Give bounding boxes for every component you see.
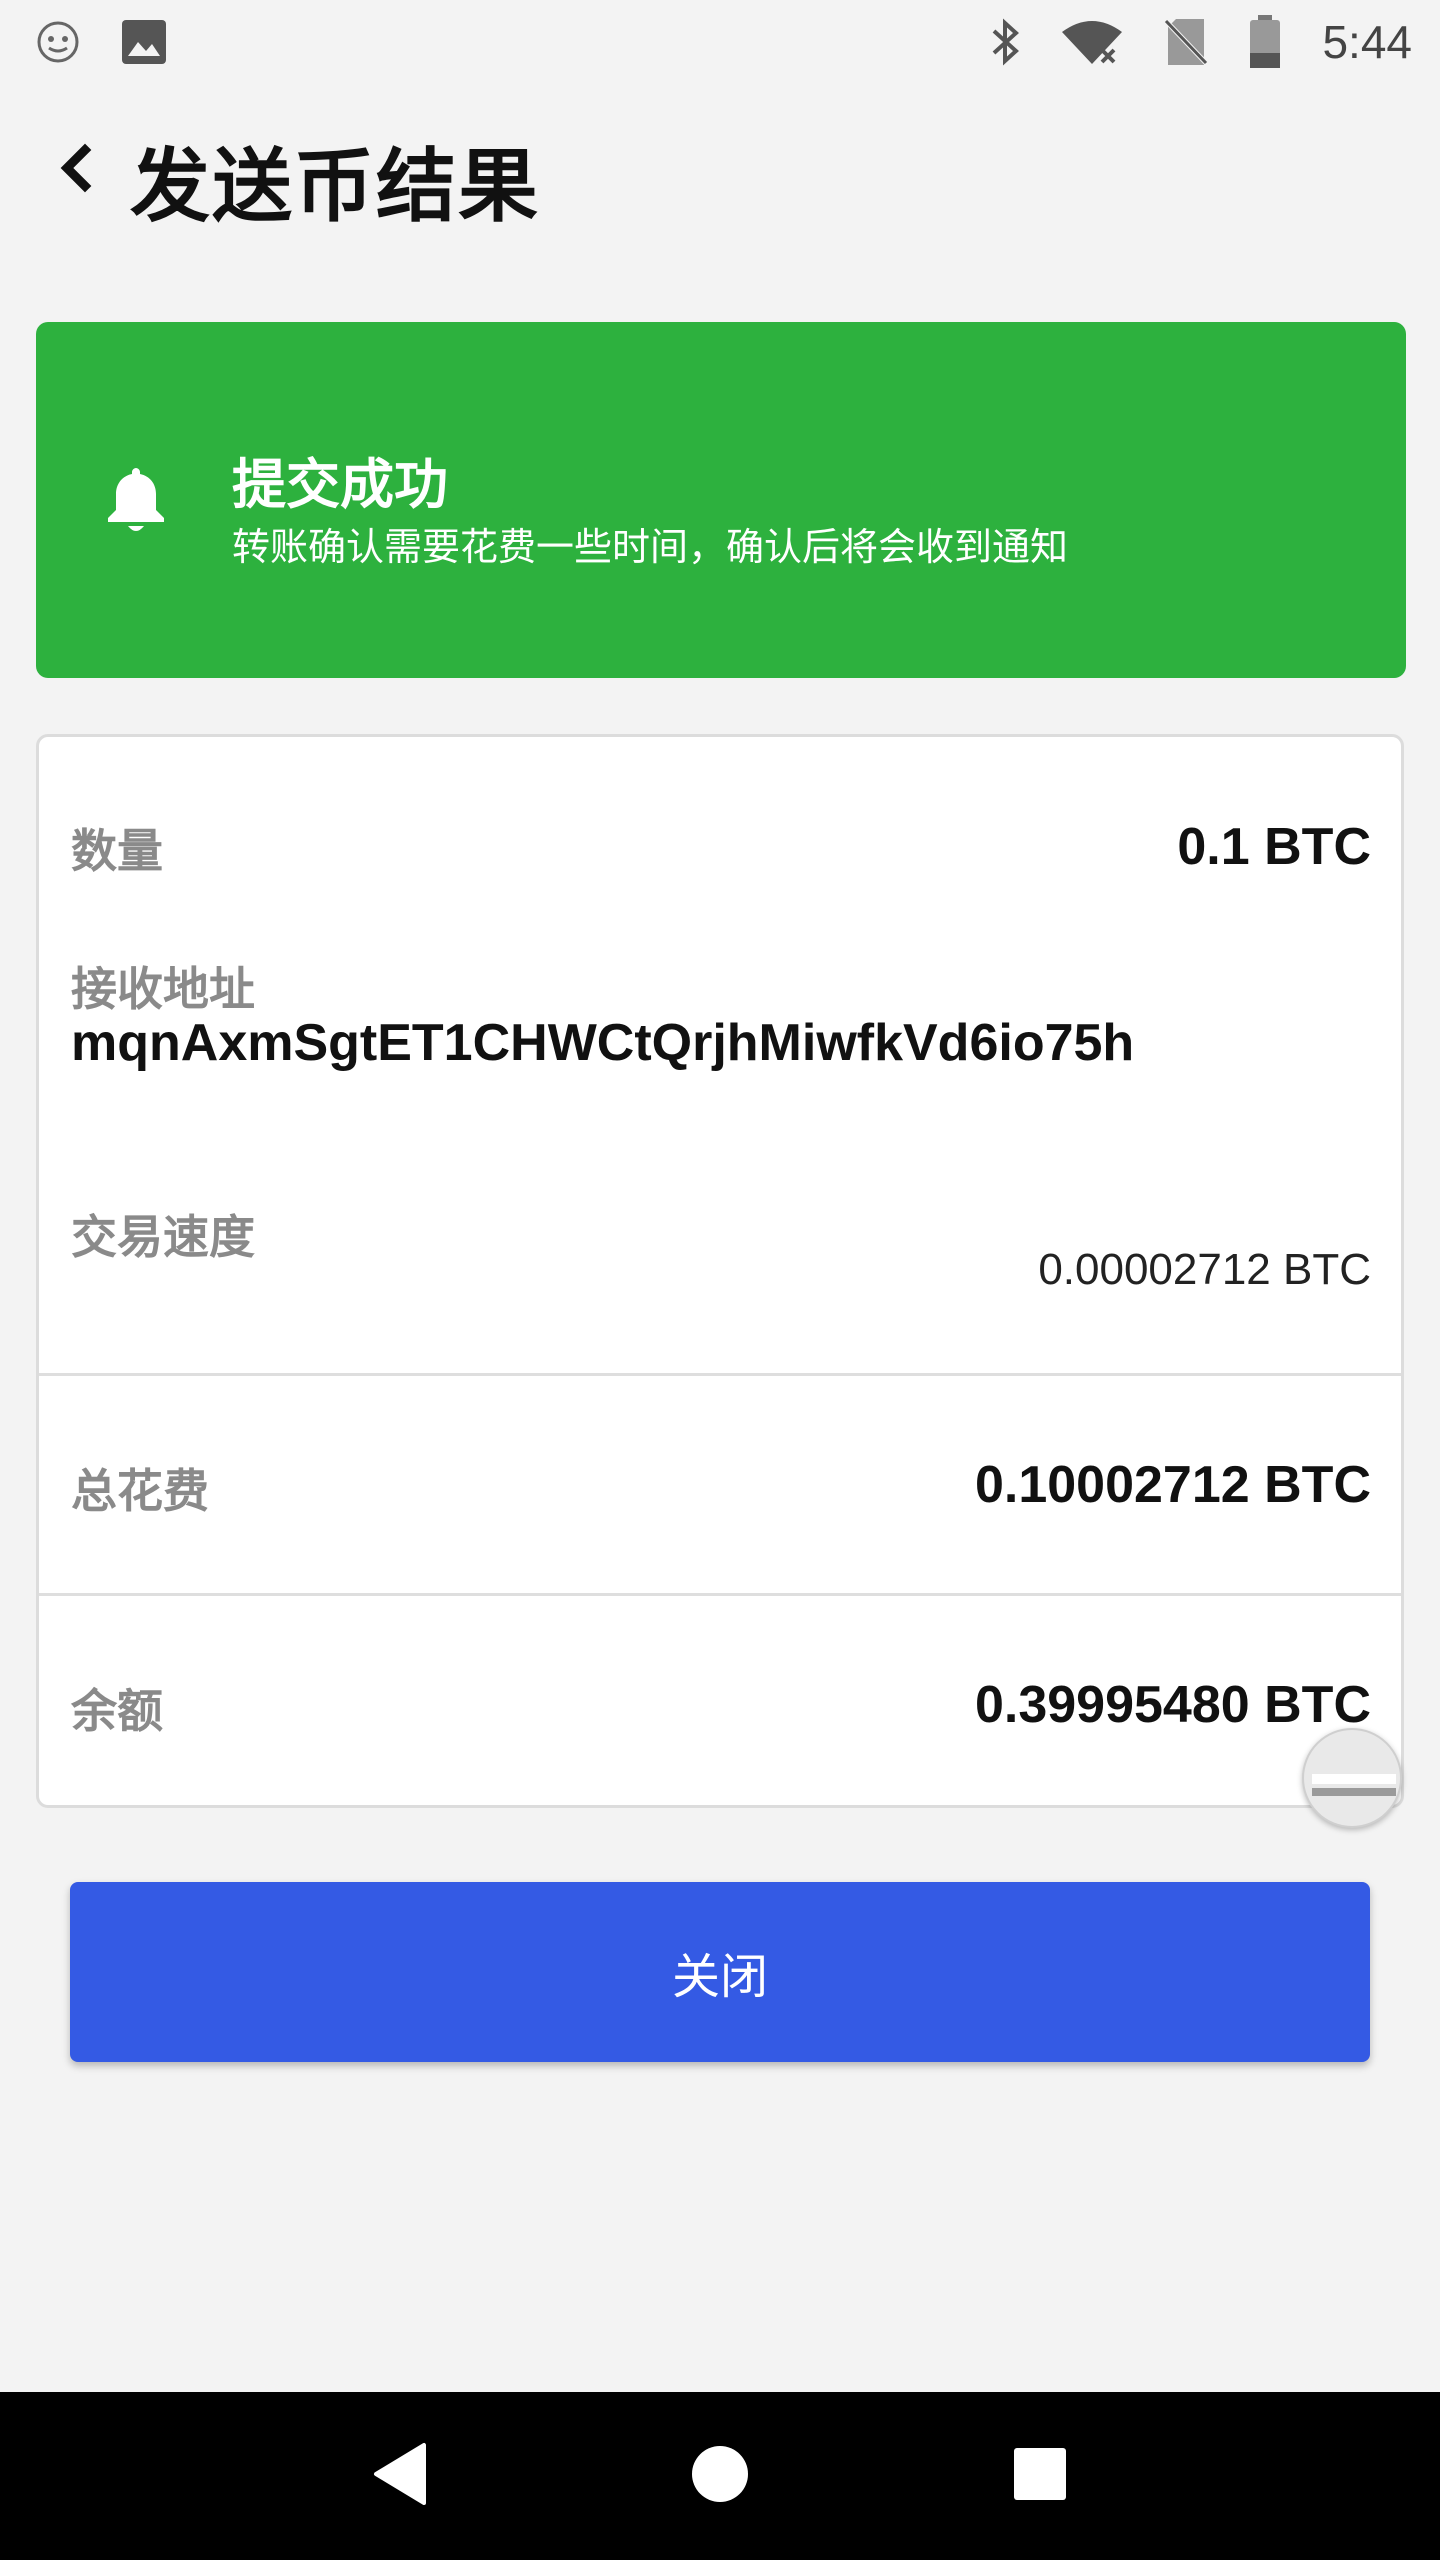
thumbnail-bar	[1312, 1788, 1396, 1796]
no-sim-icon	[1164, 17, 1209, 67]
back-nav-button[interactable]	[360, 2436, 440, 2516]
wifi-icon	[1060, 18, 1124, 66]
success-banner: 提交成功 转账确认需要花费一些时间，确认后将会收到通知	[36, 322, 1406, 678]
face-icon	[36, 20, 80, 64]
navigation-bar	[0, 2392, 1440, 2560]
battery-icon	[1248, 15, 1282, 69]
details-card: 数量 0.1 BTC 接收地址 mqnAxmSgtET1CHWCtQrjhMiw…	[36, 734, 1404, 1808]
page-title: 发送币结果	[130, 140, 540, 233]
amount-value: 0.1 BTC	[1177, 818, 1371, 876]
divider	[39, 1593, 1401, 1596]
recents-nav-button[interactable]	[1000, 2436, 1080, 2516]
back-triangle-icon	[370, 2441, 430, 2511]
status-bar: 5:44	[0, 0, 1440, 84]
status-left	[36, 18, 168, 66]
address-value: mqnAxmSgtET1CHWCtQrjhMiwfkVd6io75h	[71, 1014, 1135, 1072]
header: 发送币结果	[0, 110, 1440, 233]
back-button[interactable]	[40, 130, 110, 210]
floating-screenshot-thumbnail[interactable]	[1302, 1728, 1402, 1828]
amount-label: 数量	[71, 824, 163, 878]
bluetooth-icon	[990, 17, 1020, 67]
image-icon	[120, 18, 168, 66]
thumbnail-bar	[1312, 1774, 1396, 1784]
bell-icon	[104, 464, 168, 536]
speed-label: 交易速度	[71, 1210, 255, 1264]
balance-value: 0.39995480 BTC	[974, 1676, 1371, 1734]
status-right: 5:44	[990, 15, 1412, 69]
total-value: 0.10002712 BTC	[974, 1456, 1371, 1514]
banner-title: 提交成功	[232, 453, 448, 516]
home-nav-button[interactable]	[680, 2436, 760, 2516]
close-button[interactable]: 关闭	[70, 1882, 1370, 2062]
speed-value: 0.00002712 BTC	[1038, 1245, 1371, 1294]
recents-square-icon	[1012, 2446, 1068, 2506]
home-circle-icon	[690, 2444, 750, 2508]
divider	[39, 1373, 1401, 1376]
balance-label: 余额	[71, 1684, 163, 1738]
status-time: 5:44	[1322, 16, 1412, 68]
chevron-left-icon	[57, 142, 93, 198]
address-label: 接收地址	[71, 962, 255, 1016]
banner-subtitle: 转账确认需要花费一些时间，确认后将会收到通知	[232, 525, 1069, 569]
total-label: 总花费	[71, 1464, 209, 1518]
